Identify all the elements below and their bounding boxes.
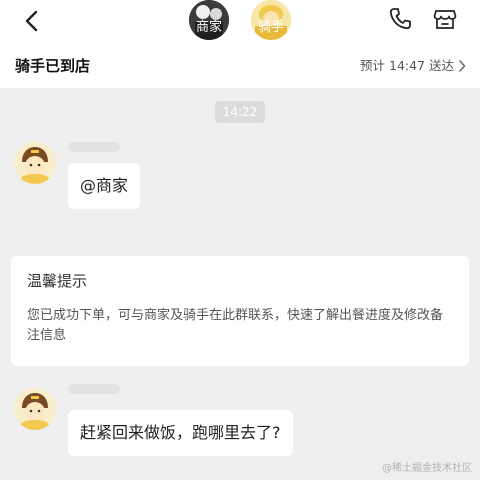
eta-link[interactable]: 预计 14:47 送达 [360, 57, 466, 75]
merchant-avatar[interactable]: 商家 [189, 0, 229, 40]
eta-text: 预计 14:47 送达 [360, 58, 454, 73]
message-bubble[interactable]: @商家 [68, 163, 141, 209]
tip-card: 温馨提示 您已成功下单，可与商家及骑手在此群联系，快速了解出餐进度及修改备注信息 [11, 256, 469, 366]
sender-name-redacted [68, 142, 120, 152]
rider-helmet-avatar [14, 388, 56, 430]
watermark: @稀土掘金技术社区 [382, 463, 472, 474]
sender-name-redacted [68, 384, 120, 394]
page-title: 骑手已到店 [15, 57, 91, 75]
phone-icon[interactable] [385, 4, 415, 34]
back-icon[interactable] [18, 6, 48, 36]
chat-timestamp: 14:22 [215, 101, 265, 123]
tip-title: 温馨提示 [27, 272, 88, 290]
rider-label: 骑手 [257, 20, 284, 35]
tip-body: 您已成功下单，可与商家及骑手在此群联系，快速了解出餐进度及修改备注信息 [27, 308, 444, 343]
rider-helmet-avatar [14, 142, 56, 184]
message-bubble[interactable]: 赶紧回来做饭，跑哪里去了? [68, 410, 293, 456]
sender-avatar[interactable] [14, 142, 56, 184]
merchant-label: 商家 [195, 20, 222, 35]
chevron-right-icon [459, 60, 466, 72]
chat-header: 商家 骑手 骑手已到店 预计 14:47 送达 [0, 0, 480, 88]
rider-avatar[interactable]: 骑手 [251, 0, 291, 40]
sender-avatar[interactable] [14, 388, 56, 430]
store-icon[interactable] [430, 4, 460, 34]
